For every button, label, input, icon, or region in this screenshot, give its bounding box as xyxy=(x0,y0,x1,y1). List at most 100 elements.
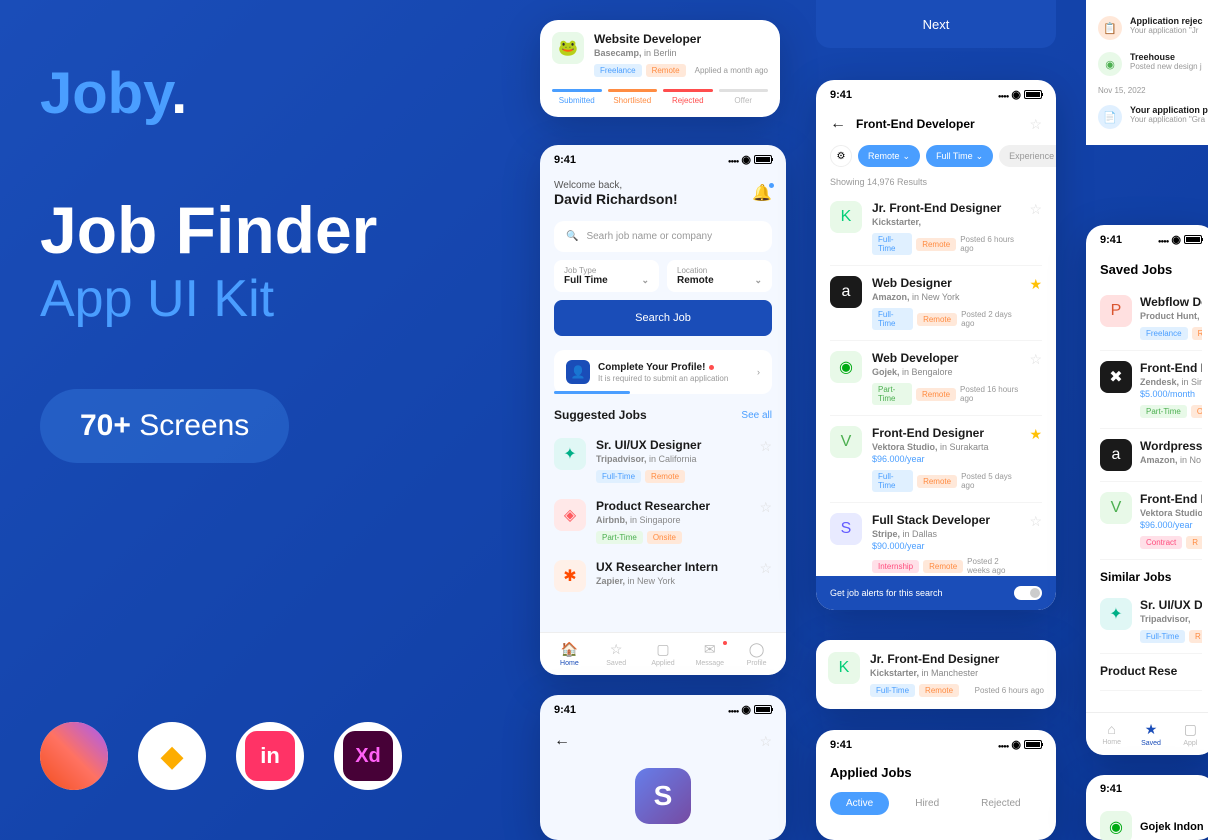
search-result-item[interactable]: a Web Designer Amazon, in New York Full-… xyxy=(830,266,1042,341)
hero-title-2: App UI Kit xyxy=(40,269,490,329)
company-logo: K xyxy=(830,201,862,233)
reject-icon: 📋 xyxy=(1098,16,1122,40)
gojek-logo: ◉ xyxy=(1100,811,1132,840)
job-type-filter[interactable]: Job Type Full Time⌄ xyxy=(554,260,659,292)
nav-profile[interactable]: ◯Profile xyxy=(733,641,780,667)
search-job-button[interactable]: Search Job xyxy=(554,300,772,336)
location-filter[interactable]: Location Remote⌄ xyxy=(667,260,772,292)
application-progress: Submitted Shortlisted Rejected Offer xyxy=(552,89,768,105)
results-count: Showing 14,976 Results xyxy=(816,173,1056,191)
screens-text: Screens xyxy=(131,409,249,442)
alert-dot-icon xyxy=(709,365,714,370)
search-result-item[interactable]: ◉ Web Developer Gojek, in Bengalore Part… xyxy=(830,341,1042,416)
job-card[interactable]: K Jr. Front-End Designer Kickstarter, in… xyxy=(816,640,1056,709)
nav-home[interactable]: ⌂Home xyxy=(1092,721,1131,747)
nav-saved[interactable]: ★Saved xyxy=(1131,721,1170,747)
see-all-link[interactable]: See all xyxy=(741,410,772,421)
chip-remote[interactable]: Remote ⌄ xyxy=(858,145,920,167)
search-title: Front-End Developer xyxy=(856,117,1019,131)
application-icon: 📄 xyxy=(1098,105,1122,129)
screens-mosaic: 🐸 Website Developer Basecamp, in Berlin … xyxy=(530,0,1208,840)
notifications-card: 📋 Application rejecYour application "Jr … xyxy=(1086,0,1208,145)
complete-profile-card[interactable]: 👤 Complete Your Profile! It is required … xyxy=(554,350,772,394)
nav-home[interactable]: 🏠Home xyxy=(546,641,593,667)
company-logo-large: S xyxy=(635,768,691,824)
chip-fulltime[interactable]: Full Time ⌄ xyxy=(926,145,993,167)
saved-jobs-screen: 9:41 Saved Jobs P Webflow Dev Product Hu… xyxy=(1086,225,1208,755)
status-time: 9:41 xyxy=(554,154,576,166)
star-icon[interactable]: ☆ xyxy=(759,438,772,455)
bottom-nav: 🏠Home ☆Saved ▢Applied ✉Message ◯Profile xyxy=(540,632,786,675)
notification-item[interactable]: 📋 Application rejecYour application "Jr xyxy=(1098,10,1204,46)
notification-item[interactable]: ◉ TreehousePosted new design j xyxy=(1098,46,1204,82)
saved-job-item[interactable]: a Wordpress D Amazon, in No xyxy=(1100,429,1202,482)
suggested-jobs-title: Suggested Jobs xyxy=(554,408,647,422)
tab-hired[interactable]: Hired xyxy=(899,792,955,815)
search-result-item[interactable]: K Jr. Front-End Designer Kickstarter, Fu… xyxy=(830,191,1042,266)
job-detail-screen: 9:41 ← ☆ S xyxy=(540,695,786,840)
job-item[interactable]: ✱ UX Researcher Intern Zapier, in New Yo… xyxy=(554,552,772,600)
notification-date: Nov 15, 2022 xyxy=(1098,82,1204,99)
job-item[interactable]: ✦ Sr. UI/UX Designer Tripadvisor, in Cal… xyxy=(554,430,772,491)
star-icon[interactable]: ☆ xyxy=(1029,351,1042,368)
company-logo: V xyxy=(830,426,862,458)
job-item[interactable]: ◈ Product Researcher Airbnb, in Singapor… xyxy=(554,491,772,552)
kickstarter-logo: K xyxy=(828,652,860,684)
search-results-screen: 9:41 ← Front-End Developer ☆ ⚙ Remote ⌄ … xyxy=(816,80,1056,610)
back-button[interactable]: ← xyxy=(830,115,846,133)
star-icon[interactable]: ☆ xyxy=(759,499,772,516)
search-result-item[interactable]: V Front-End Designer Vektora Studio, in … xyxy=(830,416,1042,503)
brand-logo: Joby. xyxy=(40,60,490,127)
application-status-card: 🐸 Website Developer Basecamp, in Berlin … xyxy=(540,20,780,117)
alerts-toggle[interactable] xyxy=(1014,586,1042,600)
brand-name: Joby xyxy=(40,61,171,126)
company-logo: ◈ xyxy=(554,499,586,531)
notification-item[interactable]: 📄 Your application pYour application "Gr… xyxy=(1098,99,1204,135)
company-logo: V xyxy=(1100,492,1132,524)
tag-remote: Remote xyxy=(646,64,686,77)
star-icon[interactable]: ★ xyxy=(1029,276,1042,293)
company-logo: a xyxy=(1100,439,1132,471)
bottom-nav: ⌂Home ★Saved ▢Appl xyxy=(1086,712,1208,755)
screens-badge: 70+ Screens xyxy=(40,389,289,463)
basecamp-logo: 🐸 xyxy=(552,32,584,64)
chevron-down-icon: ⌄ xyxy=(754,275,762,286)
chevron-down-icon: ⌄ xyxy=(976,151,984,162)
nav-message[interactable]: ✉Message xyxy=(686,641,733,667)
company-screen: 9:41 ◉ Gojek Indon xyxy=(1086,775,1208,840)
tab-active[interactable]: Active xyxy=(830,792,889,815)
job-alerts-bar: Get job alerts for this search xyxy=(816,576,1056,610)
nav-saved[interactable]: ☆Saved xyxy=(593,641,640,667)
brand-dot: . xyxy=(171,61,187,126)
saved-title: Saved Jobs xyxy=(1086,254,1208,285)
star-icon[interactable]: ☆ xyxy=(1029,116,1042,133)
saved-job-item[interactable]: V Front-End De Vektora Studio $96.000/ye… xyxy=(1100,482,1202,560)
nav-applied[interactable]: ▢Applied xyxy=(640,641,687,667)
star-icon[interactable]: ☆ xyxy=(759,560,772,577)
figma-icon xyxy=(40,722,108,790)
star-icon[interactable]: ☆ xyxy=(1029,513,1042,530)
search-input[interactable]: 🔍 Searh job name or company xyxy=(554,221,772,252)
similar-job-item[interactable]: ✦ Sr. UI/UX Des Tripadvisor, Full-TimeR xyxy=(1100,588,1202,654)
step-submitted: Submitted xyxy=(552,96,602,105)
star-icon[interactable]: ★ xyxy=(1029,426,1042,443)
company-logo: ✖ xyxy=(1100,361,1132,393)
saved-job-item[interactable]: P Webflow Dev Product Hunt, FreelanceR xyxy=(1100,285,1202,351)
nav-applied[interactable]: ▢Appl xyxy=(1171,721,1208,747)
company-logo: ✦ xyxy=(554,438,586,470)
back-button[interactable]: ← xyxy=(554,732,570,750)
chip-experience[interactable]: Experience Lev xyxy=(999,145,1056,167)
tab-rejected[interactable]: Rejected xyxy=(965,792,1036,815)
search-result-item[interactable]: S Full Stack Developer Stripe, in Dallas… xyxy=(830,503,1042,586)
similar-job-item[interactable]: Product Rese xyxy=(1100,654,1202,691)
filter-toggle-icon[interactable]: ⚙ xyxy=(830,145,852,167)
user-name: David Richardson! xyxy=(554,191,772,207)
next-button[interactable]: Next xyxy=(816,0,1056,48)
alerts-label: Get job alerts for this search xyxy=(830,588,943,598)
profile-icon: 👤 xyxy=(566,360,590,384)
star-icon[interactable]: ☆ xyxy=(1029,201,1042,218)
saved-job-item[interactable]: ✖ Front-End De Zendesk, in Sin $5.000/mo… xyxy=(1100,351,1202,429)
star-icon[interactable]: ☆ xyxy=(759,733,772,750)
search-placeholder: Searh job name or company xyxy=(586,231,712,242)
notification-bell-icon[interactable]: 🔔 xyxy=(752,183,772,203)
